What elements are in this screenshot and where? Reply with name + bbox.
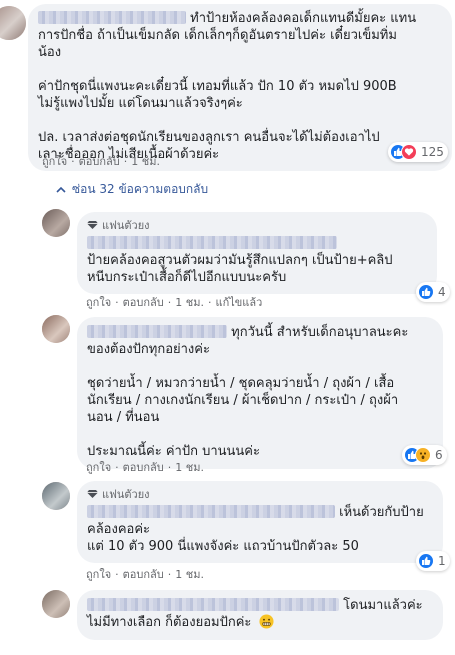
edited-label[interactable]: แก้ไขแล้ว (215, 293, 262, 311)
like-link[interactable]: ถูกใจ (86, 293, 111, 311)
reaction-summary[interactable]: 6 (402, 445, 447, 465)
reply-bubble: โดนมาแล้วค่ะ ไม่มีทางเลือก ก็ต้องยอมปักค… (77, 590, 443, 640)
reply-actions: ถูกใจ · ตอบกลับ · 1 ชม. · แก้ไขแล้ว (86, 293, 262, 311)
reaction-count: 4 (438, 285, 446, 299)
avatar[interactable] (42, 209, 70, 237)
avatar[interactable] (42, 482, 70, 510)
reaction-count: 1 (438, 554, 446, 568)
reply-actions: ถูกใจ · ตอบกลับ · 1 ชม. (86, 458, 204, 476)
comment-text: ทำป้ายห้องคล้องคอเด็กแทนดีมั้ยคะ แทน การ… (38, 11, 417, 162)
comment-actions: ถูกใจ · ตอบกลับ · 1 ชม. (42, 152, 160, 170)
diamond-icon (87, 490, 98, 498)
wow-icon (415, 447, 431, 463)
diamond-icon (87, 221, 98, 229)
timestamp[interactable]: 1 ชม. (175, 458, 204, 476)
love-icon (401, 144, 417, 160)
timestamp[interactable]: 1 ชม. (131, 152, 160, 170)
like-link[interactable]: ถูกใจ (42, 152, 67, 170)
reaction-count: 125 (421, 145, 444, 159)
reply-bubble: แฟนตัวยง ป้ายคล้องคอสูวนตัวผมว่ามันรู้สึ… (77, 212, 437, 294)
like-icon (418, 553, 434, 569)
reaction-count: 6 (435, 448, 443, 462)
reaction-summary[interactable]: 1 (416, 551, 450, 571)
commenter-name[interactable] (87, 236, 337, 249)
commenter-name[interactable] (87, 598, 339, 611)
avatar[interactable] (42, 590, 70, 618)
reply-link[interactable]: ตอบกลับ (123, 458, 164, 476)
reply-text: โดนมาแล้วค่ะ ไม่มีทางเลือก ก็ต้องยอมปักค… (87, 598, 423, 630)
reaction-summary[interactable]: 4 (416, 282, 450, 302)
reply-actions: ถูกใจ · ตอบกลับ · 1 ชม. (86, 565, 204, 583)
hide-replies-link[interactable]: ซ่อน 32 ข้อความตอบกลับ (56, 180, 208, 199)
chevron-up-icon (56, 186, 66, 193)
reply-text: ทุกวันนี้ สำหรับเด็กอนุบาลนะคะ ของต้องปั… (87, 325, 409, 459)
reply-link[interactable]: ตอบกลับ (123, 293, 164, 311)
commenter-name[interactable] (38, 11, 186, 24)
avatar[interactable] (0, 6, 26, 40)
reply-bubble: แฟนตัวยง เห็นด้วยกับป้าย คล้องคอค่ะ แต่ … (77, 481, 443, 563)
top-fan-badge: แฟนตัวยง (87, 487, 431, 501)
timestamp[interactable]: 1 ชม. (175, 293, 204, 311)
reply-bubble: ทุกวันนี้ สำหรับเด็กอนุบาลนะคะ ของต้องปั… (77, 317, 443, 469)
commenter-name[interactable] (87, 325, 227, 338)
avatar[interactable] (42, 315, 70, 343)
top-fan-badge: แฟนตัวยง (87, 218, 425, 232)
like-link[interactable]: ถูกใจ (86, 565, 111, 583)
timestamp[interactable]: 1 ชม. (175, 565, 204, 583)
like-link[interactable]: ถูกใจ (86, 458, 111, 476)
reply-text: เห็นด้วยกับป้าย คล้องคอค่ะ แต่ 10 ตัว 90… (87, 505, 424, 554)
reply-link[interactable]: ตอบกลับ (123, 565, 164, 583)
commenter-name[interactable] (87, 505, 335, 518)
grimace-emoji-icon (259, 614, 274, 629)
reply-text: ป้ายคล้องคอสูวนตัวผมว่ามันรู้สึกแปลกๆ เป… (87, 235, 425, 286)
reply-link[interactable]: ตอบกลับ (79, 152, 120, 170)
like-icon (418, 284, 434, 300)
reaction-summary[interactable]: 125 (388, 142, 448, 162)
